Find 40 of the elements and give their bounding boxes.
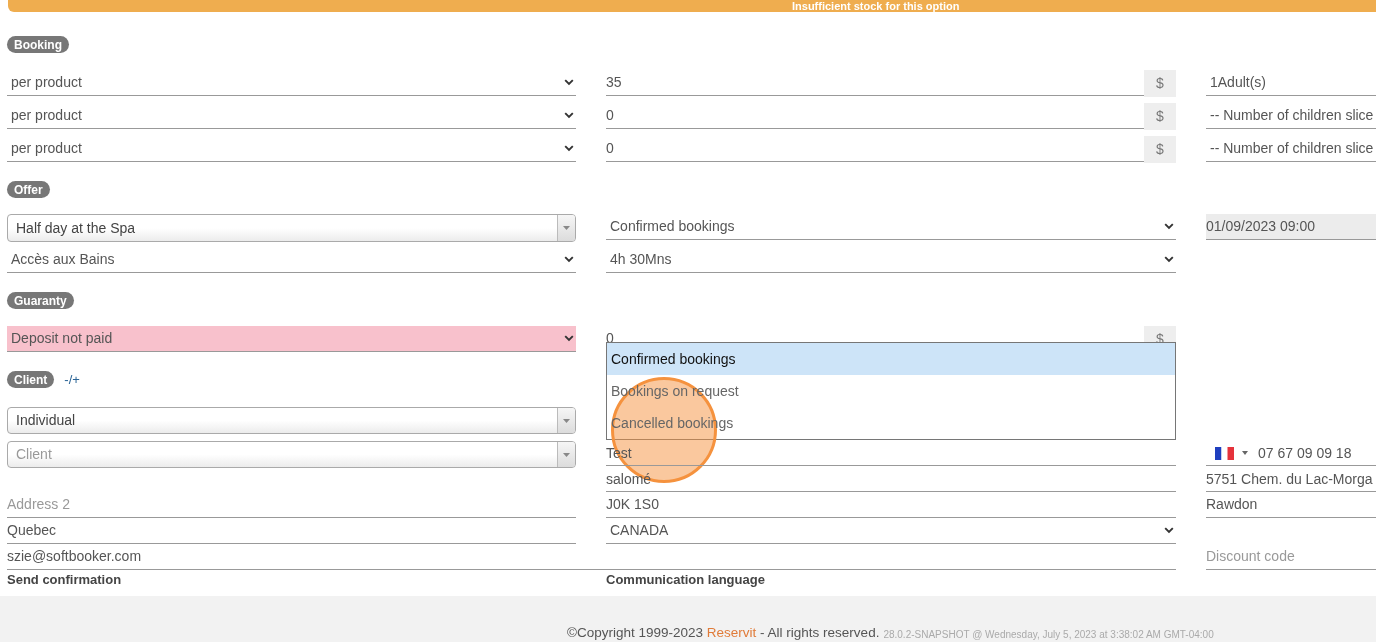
date-field[interactable]: 01/09/2023 09:00 (1206, 214, 1376, 240)
city-field[interactable]: Rawdon (1206, 492, 1376, 518)
chevron-down-icon (564, 145, 574, 152)
toggle-link[interactable]: -/+ (64, 369, 80, 390)
section-label: Booking (7, 36, 69, 53)
address-field[interactable]: 5751 Chem. du Lac-Morga (1206, 467, 1376, 492)
communication-language-label: Communication language (606, 571, 766, 589)
currency-addon: $ (1144, 103, 1176, 130)
deposit-select[interactable]: Deposit not paid (7, 326, 576, 352)
chevron-down-icon (1164, 256, 1174, 263)
client-type-select[interactable]: Individual (7, 407, 576, 434)
email-field[interactable]: szie@softbooker.com (7, 544, 1176, 570)
phone-field[interactable]: 07 67 09 09 18 (1206, 441, 1376, 466)
guests-select[interactable]: 1Adult(s) (1206, 70, 1376, 96)
currency-addon: $ (1144, 70, 1176, 97)
guests-select[interactable]: -- Number of children slice (1206, 103, 1376, 129)
chevron-down-icon (1164, 527, 1174, 534)
amount-field[interactable]: 35 (606, 70, 1144, 96)
section-label: Offer (7, 181, 50, 198)
section-label: Client (7, 371, 55, 388)
caret-icon (1242, 451, 1248, 455)
send-confirmation-label: Send confirmation (7, 571, 123, 589)
version-text: 28.0.2-SNAPSHOT @ Wednesday, July 5, 2023 at 3:38:02 AM GMT-04:00 (883, 628, 1214, 642)
flag-icon (1215, 446, 1234, 460)
amount-field[interactable]: 0 (606, 136, 1144, 162)
currency-addon: $ (1144, 136, 1176, 163)
chevron-down-icon (564, 112, 574, 119)
chevron-down-icon (564, 335, 574, 342)
region-field[interactable]: Quebec (7, 518, 576, 544)
copyright-text: ©Copyright 1999-2023 Reservit - All rights reserved. (567, 623, 880, 642)
amount-field[interactable]: 0 (606, 103, 1144, 129)
guests-select[interactable]: -- Number of children slice (1206, 136, 1376, 162)
chevron-down-icon (564, 256, 574, 263)
chevron-down-icon (564, 79, 574, 86)
stock-alert-banner: Insufficient stock for this option (8, 0, 1376, 12)
section-label: Guaranty (7, 292, 74, 309)
dropdown-option[interactable]: Confirmed bookings (607, 343, 1175, 375)
product-select[interactable]: Half day at the Spa (7, 214, 576, 242)
first-name-field[interactable]: salomé (606, 467, 1176, 492)
chevron-down-icon (1164, 223, 1174, 230)
